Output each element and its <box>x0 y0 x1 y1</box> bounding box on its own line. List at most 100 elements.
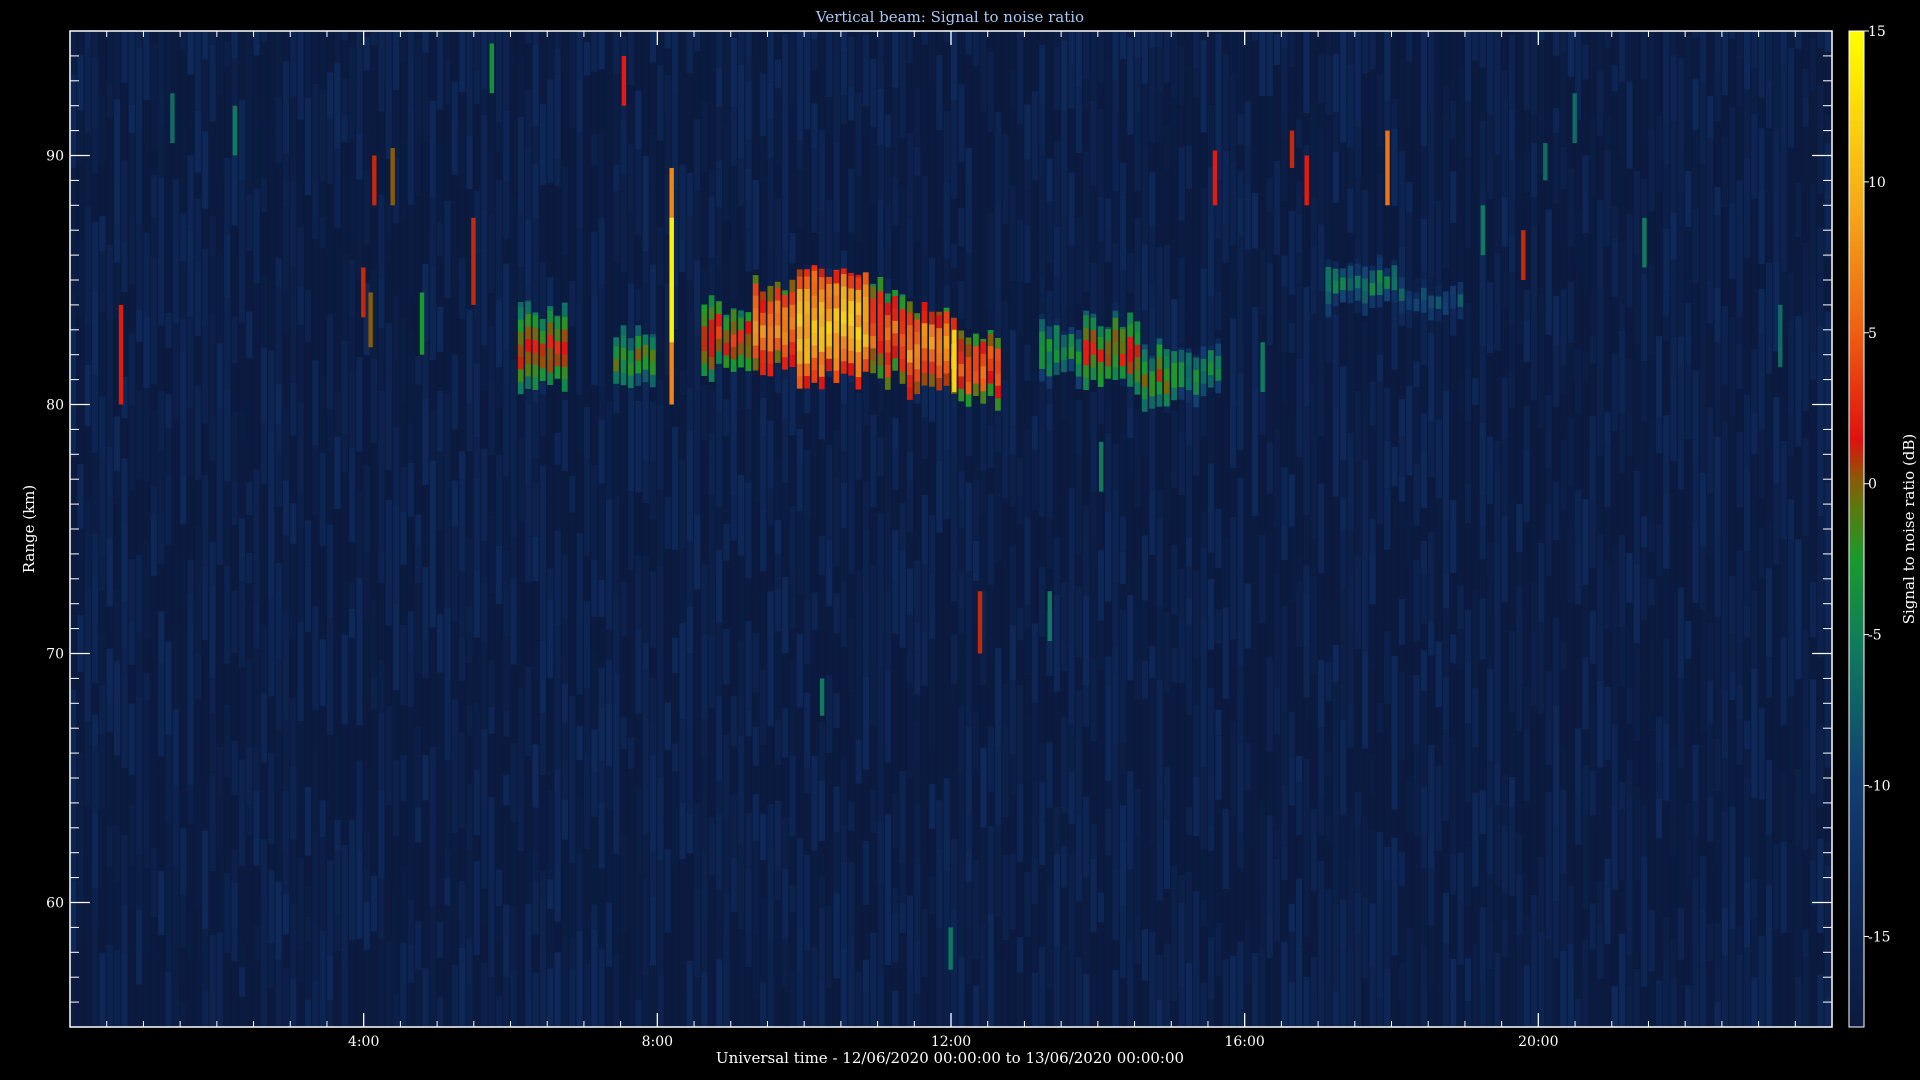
heatmap-noise-cell <box>275 659 282 731</box>
heatmap-noise-cell <box>1648 355 1655 422</box>
heatmap-layer-cell <box>914 368 921 382</box>
heatmap-noise-cell <box>70 805 77 882</box>
heatmap-noise-cell <box>760 571 767 670</box>
heatmap-noise-cell <box>437 306 444 352</box>
heatmap-noise-cell <box>466 309 473 404</box>
heatmap-noise-cell <box>1508 373 1516 409</box>
heatmap-layer-cell <box>1105 365 1111 379</box>
heatmap-layer-cell <box>1090 342 1097 356</box>
heatmap-noise-cell <box>106 699 113 732</box>
heatmap-layer-cell <box>899 296 906 310</box>
heatmap-noise-cell <box>1046 807 1053 885</box>
heatmap-noise-cell <box>1589 815 1596 904</box>
heatmap-noise-cell <box>1472 747 1479 793</box>
heatmap-noise-cell <box>1222 808 1229 890</box>
heatmap-noise-cell <box>899 187 906 276</box>
heatmap-noise-cell <box>1824 199 1831 258</box>
heatmap-noise-cell <box>973 711 980 773</box>
heatmap-noise-cell <box>708 463 715 496</box>
heatmap-noise-cell <box>884 633 892 671</box>
heatmap-noise-cell <box>943 181 950 259</box>
heatmap-noise-cell <box>503 181 510 239</box>
heatmap-noise-cell <box>782 483 789 521</box>
heatmap-noise-cell <box>752 384 759 414</box>
heatmap-noise-cell <box>84 559 91 586</box>
heatmap-noise-cell <box>77 940 84 1027</box>
heatmap-noise-cell <box>1318 53 1325 104</box>
heatmap-noise-cell <box>1663 228 1670 292</box>
heatmap-noise-cell <box>1075 901 1082 958</box>
heatmap-noise-cell <box>914 694 921 721</box>
heatmap-noise-cell <box>914 403 921 484</box>
heatmap-layer-cell <box>649 362 656 375</box>
heatmap-noise-cell <box>583 75 591 173</box>
heatmap-noise-cell <box>1384 778 1391 847</box>
heatmap-noise-cell <box>1325 841 1332 890</box>
heatmap-noise-cell <box>1017 124 1024 220</box>
heatmap-noise-cell <box>1795 49 1802 112</box>
heatmap-noise-cell <box>407 422 414 463</box>
heatmap-noise-cell <box>312 710 319 749</box>
heatmap-noise-cell <box>429 540 436 628</box>
heatmap-layer-cell <box>928 311 935 325</box>
heatmap-noise-cell <box>774 165 781 199</box>
heatmap-noise-cell <box>951 31 958 101</box>
heatmap-noise-cell <box>517 851 524 891</box>
heatmap-noise-cell <box>407 944 414 983</box>
heatmap-noise-cell <box>1530 706 1538 778</box>
heatmap-noise-cell <box>1817 516 1824 572</box>
heatmap-noise-cell <box>892 31 899 88</box>
heatmap-noise-cell <box>1802 849 1809 930</box>
heatmap-noise-cell <box>114 949 121 1027</box>
heatmap-noise-cell <box>899 933 906 1027</box>
heatmap-noise-cell <box>1090 858 1097 932</box>
heatmap-noise-cell <box>1442 306 1450 391</box>
heatmap-noise-cell <box>1523 965 1530 1027</box>
heatmap-noise-cell <box>84 500 91 559</box>
heatmap-noise-cell <box>1758 579 1765 624</box>
heatmap-layer-cell <box>620 335 627 348</box>
heatmap-noise-cell <box>488 977 495 1027</box>
heatmap-noise-cell <box>407 982 414 1027</box>
heatmap-noise-cell <box>1296 946 1303 1027</box>
heatmap-noise-cell <box>437 256 444 307</box>
heatmap-noise-cell <box>1193 570 1200 660</box>
heatmap-noise-cell <box>1332 496 1339 552</box>
heatmap-noise-cell <box>1692 130 1699 209</box>
echo-streak <box>1778 304 1783 368</box>
heatmap-noise-cell <box>884 114 892 148</box>
heatmap-noise-cell <box>99 809 106 878</box>
heatmap-layer-cell <box>899 358 906 372</box>
heatmap-noise-cell <box>1039 566 1046 637</box>
heatmap-noise-cell <box>1802 804 1809 850</box>
heatmap-noise-cell <box>569 779 576 864</box>
heatmap-layer-cell <box>980 338 987 342</box>
heatmap-noise-cell <box>1310 197 1317 245</box>
heatmap-layer-cell <box>1332 293 1339 307</box>
heatmap-noise-cell <box>260 762 268 839</box>
heatmap-noise-cell <box>892 990 899 1027</box>
heatmap-noise-cell <box>1215 33 1222 105</box>
heatmap-noise-cell <box>1171 681 1178 781</box>
heatmap-noise-cell <box>921 113 928 144</box>
heatmap-noise-cell <box>620 120 627 175</box>
heatmap-layer-cell <box>1325 278 1332 292</box>
heatmap-noise-cell <box>1039 175 1046 234</box>
heatmap-noise-cell <box>657 654 664 751</box>
heatmap-noise-cell <box>356 938 363 1027</box>
heatmap-noise-cell <box>995 408 1002 453</box>
heatmap-layer-cell <box>862 346 869 360</box>
heatmap-noise-cell <box>1046 403 1053 431</box>
heatmap-noise-cell <box>943 41 950 111</box>
heatmap-noise-cell <box>1362 31 1369 74</box>
heatmap-noise-cell <box>304 916 312 943</box>
heatmap-noise-cell <box>936 130 943 228</box>
heatmap-noise-cell <box>774 870 781 900</box>
heatmap-noise-cell <box>106 400 113 447</box>
heatmap-noise-cell <box>811 103 818 149</box>
heatmap-noise-cell <box>1318 372 1325 437</box>
heatmap-noise-cell <box>84 426 91 501</box>
heatmap-noise-cell <box>466 735 473 784</box>
heatmap-noise-cell <box>774 88 781 125</box>
heatmap-layer-cell <box>1039 331 1045 345</box>
